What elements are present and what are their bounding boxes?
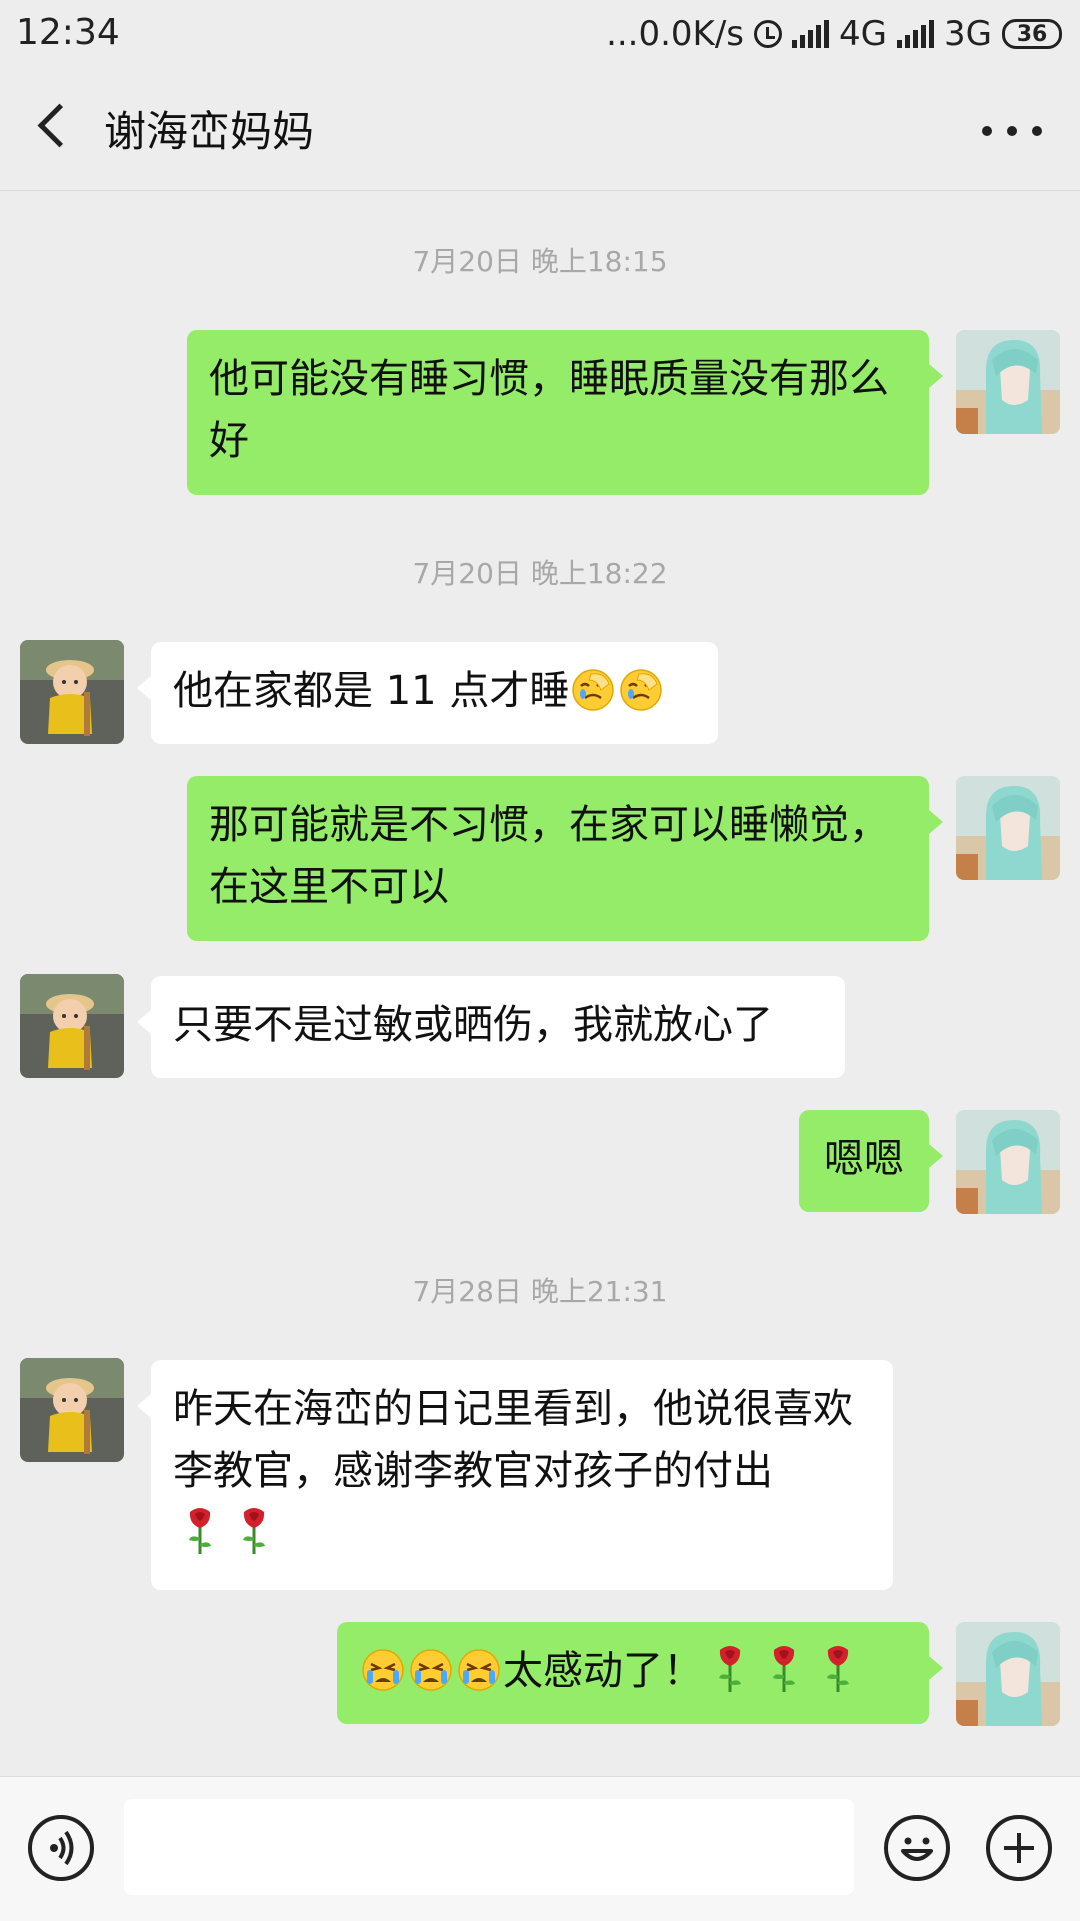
status-bar: 12:34 ...0.0K/s 4G 3G 36 [0, 0, 1080, 68]
avatar-self[interactable] [956, 1622, 1060, 1726]
chat-title: 谢海峦妈妈 [104, 107, 315, 156]
emoji-face-icon [901, 1837, 933, 1861]
rose-icon [821, 1644, 855, 1694]
status-time: 12:34 [16, 12, 120, 53]
voice-button[interactable] [28, 1815, 94, 1881]
message-bubble-incoming[interactable]: 只要不是过敏或晒伤，我就放心了 [137, 976, 845, 1078]
alarm-icon [754, 20, 783, 48]
battery-icon: 36 [1002, 19, 1062, 49]
more-dots-icon [982, 126, 992, 136]
crying-emoji-icon [457, 1648, 501, 1692]
back-button[interactable] [22, 98, 82, 158]
rose-icon [237, 1506, 271, 1556]
message-text: 昨天在海峦的日记里看到，他说很喜欢李教官，感谢李教官对孩子的付出 [173, 1386, 853, 1494]
emoji-button[interactable] [884, 1815, 950, 1881]
message-bubble-incoming[interactable]: 昨天在海峦的日记里看到，他说很喜欢李教官，感谢李教官对孩子的付出 [137, 1360, 893, 1590]
plus-icon [1004, 1833, 1034, 1863]
facepalm-emoji-icon [619, 668, 663, 712]
network-type-4g: 4G [839, 14, 888, 54]
add-button[interactable] [986, 1815, 1052, 1881]
timestamp: 7月20日 晚上18:15 [412, 245, 668, 278]
network-type-3g: 3G [944, 14, 992, 54]
avatar-contact[interactable] [20, 640, 124, 744]
input-bar [0, 1776, 1080, 1921]
voice-icon [50, 1830, 74, 1866]
message-bubble-outgoing[interactable]: 太感动了！ [337, 1622, 943, 1724]
facepalm-emoji-icon [571, 668, 615, 712]
avatar-self[interactable] [956, 1110, 1060, 1214]
crying-emoji-icon [361, 1648, 405, 1692]
status-indicators: ...0.0K/s 4G 3G 36 [606, 10, 1062, 58]
message-text: 他在家都是 11 点才睡 [173, 668, 570, 714]
more-button[interactable] [982, 106, 1042, 156]
signal-icon [792, 20, 830, 48]
message-bubble-outgoing[interactable]: 嗯嗯 [799, 1110, 943, 1212]
rose-icon [767, 1644, 801, 1694]
avatar-self[interactable] [956, 776, 1060, 880]
chat-header: 谢海峦妈妈 [0, 68, 1080, 191]
message-input[interactable] [124, 1799, 854, 1895]
avatar-contact[interactable] [20, 974, 124, 1078]
message-text: 太感动了！ [503, 1648, 703, 1694]
rose-icon [183, 1506, 217, 1556]
rose-icon [713, 1644, 747, 1694]
timestamp: 7月20日 晚上18:22 [412, 557, 668, 590]
network-speed: ...0.0K/s [606, 14, 745, 54]
message-bubble-outgoing[interactable]: 那可能就是不习惯，在家可以睡懒觉，在这里不可以 [187, 776, 943, 941]
message-bubble-incoming[interactable]: 他在家都是 11 点才睡 [137, 642, 718, 744]
back-arrow-icon [37, 103, 82, 148]
signal-icon-2 [897, 20, 935, 48]
message-bubble-outgoing[interactable]: 他可能没有睡习惯，睡眠质量没有那么好 [187, 330, 943, 495]
timestamp: 7月28日 晚上21:31 [412, 1275, 668, 1308]
avatar-contact[interactable] [20, 1358, 124, 1462]
crying-emoji-icon [409, 1648, 453, 1692]
avatar-self[interactable] [956, 330, 1060, 434]
